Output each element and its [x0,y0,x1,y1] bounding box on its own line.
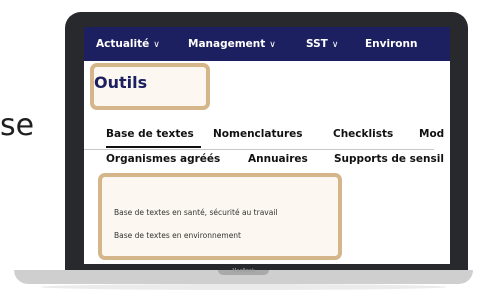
screen: Actualité ∨ Management ∨ SST ∨ Environn Out… [84,27,450,264]
tab-modeles[interactable]: Mod [419,128,444,140]
background-partial-word: se [0,108,35,143]
page-title: Outils [94,73,148,92]
nav-item-environnement[interactable]: Environn [365,38,417,50]
nav-item-sst[interactable]: SST ∨ [306,38,338,50]
nav-item-management[interactable]: Management ∨ [188,38,276,50]
tab-annuaires[interactable]: Annuaires [248,153,308,165]
tab-supports-de-sensibilisation[interactable]: Supports de sensil [334,153,444,165]
top-navigation-bar: Actualité ∨ Management ∨ SST ∨ Environn [84,27,450,61]
active-tab-indicator [106,146,201,148]
tab-base-de-textes[interactable]: Base de textes [106,128,194,140]
tab-organismes-agrees[interactable]: Organismes agréés [106,153,220,165]
laptop-shadow [40,284,447,290]
laptop-brand-label: MacBook [232,268,255,274]
chevron-down-icon: ∨ [269,40,276,50]
nav-item-actualite[interactable]: Actualité ∨ [96,38,160,50]
tab-nomenclatures[interactable]: Nomenclatures [213,128,303,140]
chevron-down-icon: ∨ [153,40,160,50]
tab-checklists[interactable]: Checklists [333,128,393,140]
link-base-environnement[interactable]: Base de textes en environnement [114,231,241,240]
tabs-divider [84,149,434,150]
link-base-sst[interactable]: Base de textes en santé, sécurité au tra… [114,208,278,217]
chevron-down-icon: ∨ [331,40,339,50]
